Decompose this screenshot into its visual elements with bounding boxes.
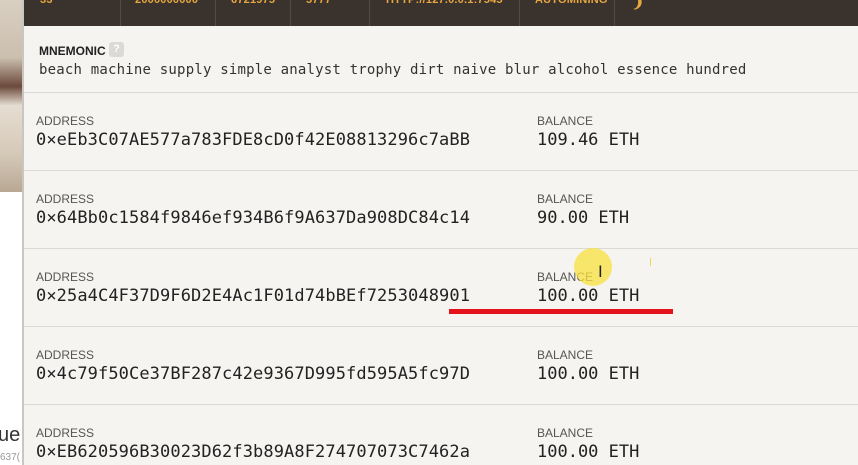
address-label: ADDRESS xyxy=(36,426,95,440)
balance-label: BALANCE xyxy=(537,114,594,128)
account-balance: 100.00 ETH xyxy=(537,286,640,306)
refresh-icon[interactable]: ❩ xyxy=(631,0,644,12)
account-balance: 100.00 ETH xyxy=(537,364,640,384)
gas-limit-value: 2000000000 xyxy=(135,0,199,6)
account-address: 0×EB620596B30023D62f3b89A8F274707073C746… xyxy=(36,442,471,462)
account-row[interactable]: ADDRESS 0×4c79f50Ce37BF287c42e9367D995fd… xyxy=(24,327,858,405)
status-bar: 33 2000000000 6721975 5777 HTTP://127.0.… xyxy=(24,0,858,26)
mnemonic-panel: MNEMONIC ? beach machine supply simple a… xyxy=(24,26,858,93)
balance-label: BALANCE xyxy=(537,348,594,362)
account-address: 0×25a4C4F37D9F6D2E4Ac1F01d74bBEf72530489… xyxy=(36,286,471,306)
balance-label: BALANCE xyxy=(537,192,594,206)
status-divider xyxy=(614,0,615,26)
background-partial-subtext: 637( xyxy=(0,452,21,463)
network-id-value: 5777 xyxy=(306,0,332,6)
cursor-highlight xyxy=(574,248,612,286)
ganache-window: 33 2000000000 6721975 5777 HTTP://127.0.… xyxy=(24,0,858,465)
status-divider xyxy=(519,0,520,26)
account-balance: 109.46 ETH xyxy=(537,130,640,150)
account-balance: 100.00 ETH xyxy=(537,442,640,462)
account-balance: 90.00 ETH xyxy=(537,208,630,228)
status-divider xyxy=(369,0,370,26)
rpc-server-value: HTTP://127.0.0.1:7545 xyxy=(386,0,503,6)
mnemonic-title: MNEMONIC xyxy=(39,44,106,58)
account-list: ADDRESS 0×eEb3C07AE577a783FDE8cD0f42E088… xyxy=(24,93,858,465)
account-address: 0×64Bb0c1584f9846ef934B6f9A637Da908DC84c… xyxy=(36,208,471,228)
background-image xyxy=(0,0,24,192)
account-row[interactable]: ADDRESS 0×eEb3C07AE577a783FDE8cD0f42E088… xyxy=(24,93,858,171)
red-underline-annotation xyxy=(449,309,673,314)
status-divider xyxy=(215,0,216,26)
annotation-mark xyxy=(650,258,651,266)
account-address: 0×eEb3C07AE577a783FDE8cD0f42E08813296c7a… xyxy=(36,130,471,150)
text-cursor-icon: I xyxy=(598,262,603,281)
background-partial-text: ue xyxy=(0,424,21,446)
address-label: ADDRESS xyxy=(36,192,95,206)
address-label: ADDRESS xyxy=(36,348,95,362)
balance-label: BALANCE xyxy=(537,426,594,440)
status-divider xyxy=(120,0,121,26)
current-block-value: 33 xyxy=(40,0,53,6)
status-divider xyxy=(290,0,291,26)
account-address: 0×4c79f50Ce37BF287c42e9367D995fd595A5fc9… xyxy=(36,364,471,384)
mnemonic-words: beach machine supply simple analyst trop… xyxy=(39,62,747,78)
help-icon[interactable]: ? xyxy=(109,42,124,57)
account-row[interactable]: ADDRESS 0×64Bb0c1584f9846ef934B6f9A637Da… xyxy=(24,171,858,249)
address-label: ADDRESS xyxy=(36,114,95,128)
account-row[interactable]: ADDRESS 0×EB620596B30023D62f3b89A8F27470… xyxy=(24,405,858,465)
mining-status-value: AUTOMINING xyxy=(535,0,608,6)
gas-price-value: 6721975 xyxy=(231,0,276,6)
address-label: ADDRESS xyxy=(36,270,95,284)
account-row[interactable]: ADDRESS 0×25a4C4F37D9F6D2E4Ac1F01d74bBEf… xyxy=(24,249,858,327)
background-window: ue 637( xyxy=(0,0,24,465)
